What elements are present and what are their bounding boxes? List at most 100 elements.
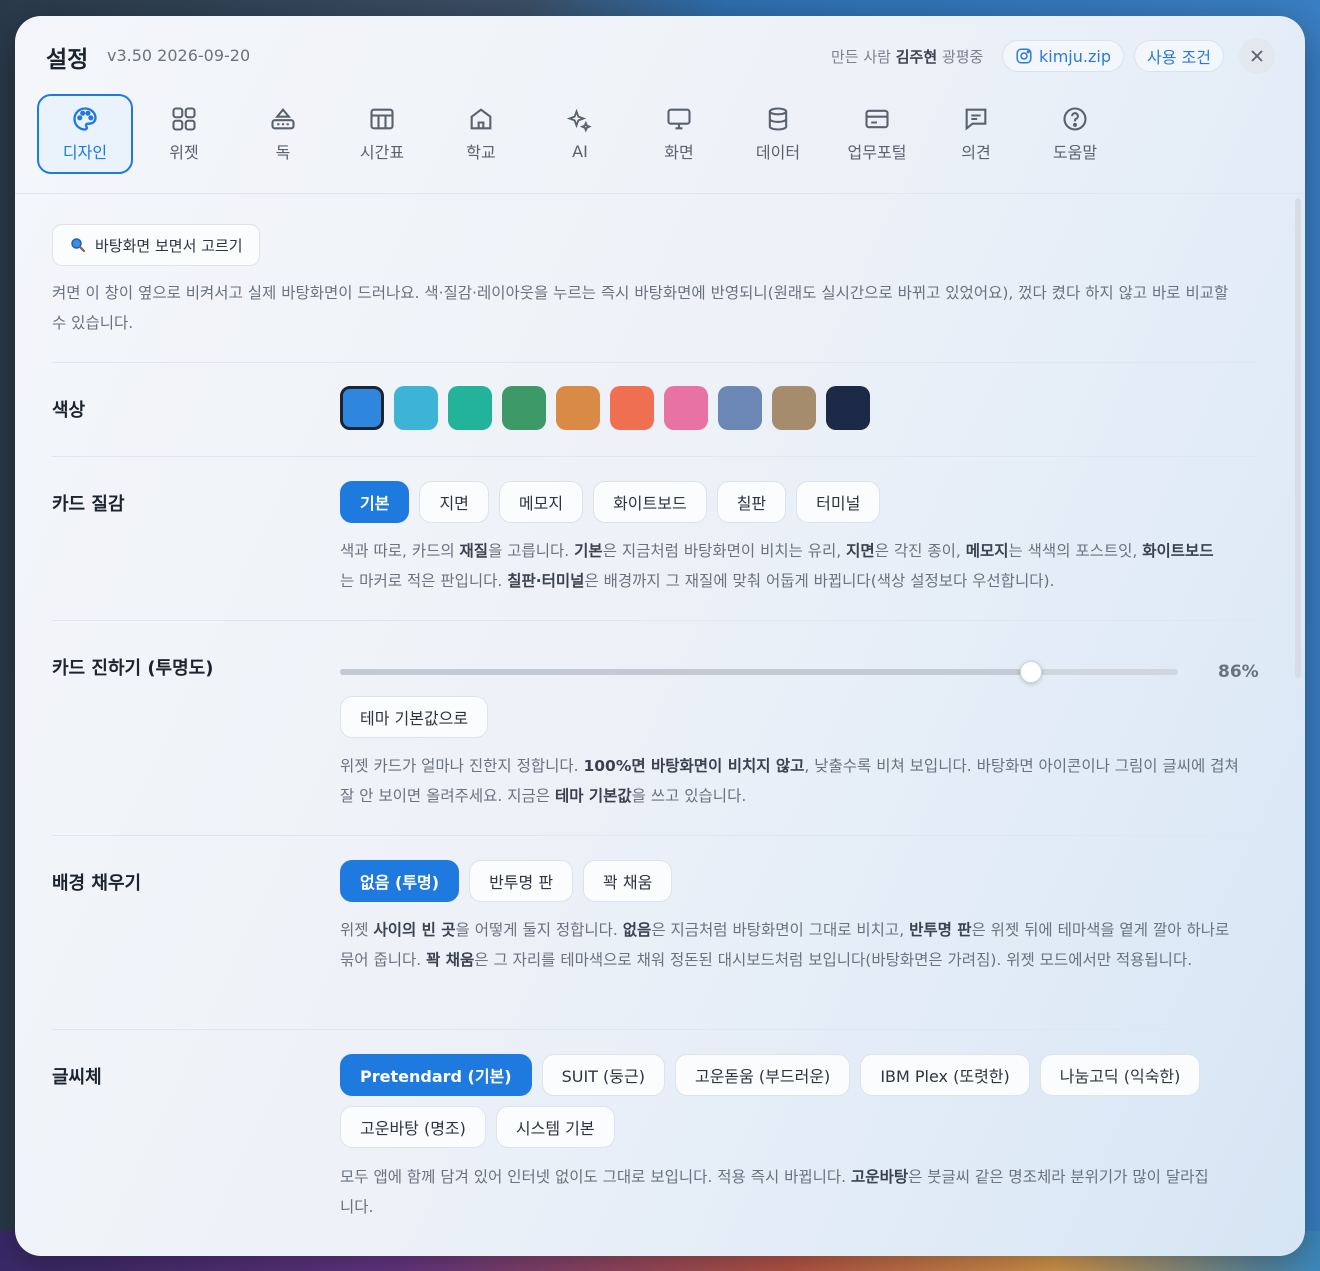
dock-icon xyxy=(271,108,295,130)
description-text: 은 지금처럼 바탕화면이 그대로 비치고, xyxy=(651,921,910,939)
color-swatch[interactable] xyxy=(556,386,600,430)
tab-feedback[interactable]: 의견 xyxy=(928,94,1024,174)
monitor-icon xyxy=(667,108,691,130)
description-text: 모두 앱에 함께 담겨 있어 인터넷 없이도 그대로 보입니다. 적용 즉시 바… xyxy=(340,1168,852,1186)
emphasis-text: 칠판·터미널 xyxy=(507,572,585,590)
opacity-slider[interactable] xyxy=(340,661,1178,683)
font-option[interactable]: Pretendard (기본) xyxy=(340,1054,532,1096)
message-icon xyxy=(965,108,987,131)
color-swatch[interactable] xyxy=(394,386,438,430)
font-option[interactable]: 시스템 기본 xyxy=(495,1106,615,1148)
scrollbar[interactable] xyxy=(1295,198,1301,678)
tab-label: 학교 xyxy=(466,143,496,162)
tab-screen[interactable]: 화면 xyxy=(631,94,727,174)
color-swatch[interactable] xyxy=(340,386,384,430)
emphasis-text: 지면 xyxy=(846,542,875,560)
texture-option[interactable]: 메모지 xyxy=(498,481,584,523)
description-text: 은 각진 종이, xyxy=(874,542,966,560)
grid-icon xyxy=(172,107,196,131)
tab-widget[interactable]: 위젯 xyxy=(136,94,232,174)
fill-label: 배경 채우기 xyxy=(52,873,142,894)
divider xyxy=(52,620,1257,621)
maker-prefix: 만든 사람 xyxy=(831,48,891,66)
tab-help[interactable]: 도움말 xyxy=(1027,94,1123,174)
close-button[interactable] xyxy=(1239,38,1275,74)
emphasis-text: 사이의 빈 곳 xyxy=(373,921,456,939)
tab-ai[interactable]: AI xyxy=(532,94,628,174)
emphasis-text: 테마 기본값 xyxy=(554,787,632,805)
texture-option[interactable]: 지면 xyxy=(419,481,489,523)
fill-option[interactable]: 반투명 판 xyxy=(469,860,574,902)
color-swatch[interactable] xyxy=(664,386,708,430)
preview-description: 켜면 이 창이 옆으로 비켜서고 실제 바탕화면이 드러나요. 색·질감·레이아… xyxy=(52,284,1229,332)
table-icon xyxy=(370,108,394,130)
fill-option[interactable]: 꽉 채움 xyxy=(583,860,673,902)
texture-description: 색과 따로, 카드의 재질을 고릅니다. 기본은 지금처럼 바탕화면이 비치는 … xyxy=(340,536,1220,596)
emphasis-text: 꽉 채움 xyxy=(426,951,475,969)
tab-label: 업무포털 xyxy=(847,143,907,162)
emphasis-text: 고운바탕 xyxy=(851,1168,909,1186)
tab-label: 디자인 xyxy=(62,143,108,162)
description-text: 는 색색의 포스트잇, xyxy=(1008,542,1143,560)
fill-option[interactable]: 없음 (투명) xyxy=(340,860,460,902)
opacity-description: 위젯 카드가 얼마나 진한지 정합니다. 100%면 바탕화면이 비치지 않고,… xyxy=(340,751,1250,811)
divider xyxy=(52,1029,1257,1030)
fill-options: 없음 (투명) 반투명 판꽉 채움 xyxy=(340,860,1240,902)
divider xyxy=(52,835,1257,836)
tab-portal[interactable]: 업무포털 xyxy=(829,94,925,174)
emphasis-text: 반투명 판 xyxy=(909,921,972,939)
preview-desktop-button[interactable]: 바탕화면 보면서 고르기 xyxy=(52,224,260,266)
close-icon xyxy=(1251,50,1263,62)
tab-timetable[interactable]: 시간표 xyxy=(334,94,430,174)
color-swatch[interactable] xyxy=(826,386,870,430)
font-option[interactable]: SUIT (둥근) xyxy=(541,1054,665,1096)
color-swatch[interactable] xyxy=(448,386,492,430)
slider-fill xyxy=(340,669,1032,675)
texture-label: 카드 질감 xyxy=(52,494,125,515)
palette-icon xyxy=(73,107,97,131)
texture-option[interactable]: 기본 xyxy=(340,481,410,523)
texture-option[interactable]: 칠판 xyxy=(716,481,787,523)
description-text: 위젯 xyxy=(340,921,374,939)
tab-design[interactable]: 디자인 xyxy=(37,94,133,174)
texture-options: 기본 지면 메모지 화이트보드 칠판 터미널 xyxy=(340,481,1240,523)
slider-thumb[interactable] xyxy=(1020,661,1043,683)
font-option[interactable]: 고운바탕 (명조) xyxy=(340,1106,486,1148)
color-swatch[interactable] xyxy=(772,386,816,430)
font-option[interactable]: IBM Plex (또렷한) xyxy=(860,1054,1030,1096)
tab-dock[interactable]: 독 xyxy=(235,94,331,174)
divider xyxy=(52,362,1257,363)
description-text: 을 어떻게 둘지 정합니다. xyxy=(455,921,623,939)
description-text: 색과 따로, 카드의 xyxy=(340,542,460,560)
description-text: 은 그 자리를 테마색으로 채워 정돈된 대시보드처럼 보입니다(바탕화면은 가… xyxy=(474,951,1193,969)
color-swatch[interactable] xyxy=(610,386,654,430)
description-text: 을 쓰고 있습니다. xyxy=(631,787,747,805)
color-swatch[interactable] xyxy=(718,386,762,430)
tab-school[interactable]: 학교 xyxy=(433,94,529,174)
card-icon xyxy=(865,109,889,129)
terms-link[interactable]: 사용 조건 xyxy=(1134,40,1224,72)
tab-data[interactable]: 데이터 xyxy=(730,94,826,174)
tab-label: 시간표 xyxy=(359,143,405,162)
color-swatch[interactable] xyxy=(502,386,546,430)
version-label: v3.50 2026-09-20 xyxy=(107,46,251,65)
emphasis-text: 메모지 xyxy=(965,542,1009,560)
divider xyxy=(52,456,1257,457)
font-option[interactable]: 나눔고딕 (익숙한) xyxy=(1039,1054,1201,1096)
instagram-icon xyxy=(1016,48,1032,64)
database-icon xyxy=(768,107,788,131)
font-option[interactable]: 고운돋움 (부드러운) xyxy=(674,1054,851,1096)
page-title: 설정 xyxy=(46,47,89,73)
emphasis-text: 화이트보드 xyxy=(1142,542,1214,560)
settings-tabs: 디자인 위젯 독 시간표 학교 AI 화면 데이터 업무포털 의견 도움말 xyxy=(37,94,1123,174)
reset-theme-button[interactable]: 테마 기본값으로 xyxy=(340,696,489,738)
emphasis-text: 100%면 바탕화면이 비치지 않고 xyxy=(583,757,805,775)
texture-option[interactable]: 터미널 xyxy=(796,481,881,523)
font-options: Pretendard (기본) SUIT (둥근) 고운돋움 (부드러운) IBM P… xyxy=(340,1054,1240,1148)
texture-option[interactable]: 화이트보드 xyxy=(593,481,707,523)
tab-label: 화면 xyxy=(664,143,694,162)
description-text: 을 고릅니다. xyxy=(488,542,575,560)
instagram-label: kimju.zip xyxy=(1039,46,1111,66)
settings-dialog: 설정 v3.50 2026-09-20 만든 사람 김주현 광평중 kimju.… xyxy=(15,16,1305,1256)
instagram-link[interactable]: kimju.zip xyxy=(1002,40,1124,72)
